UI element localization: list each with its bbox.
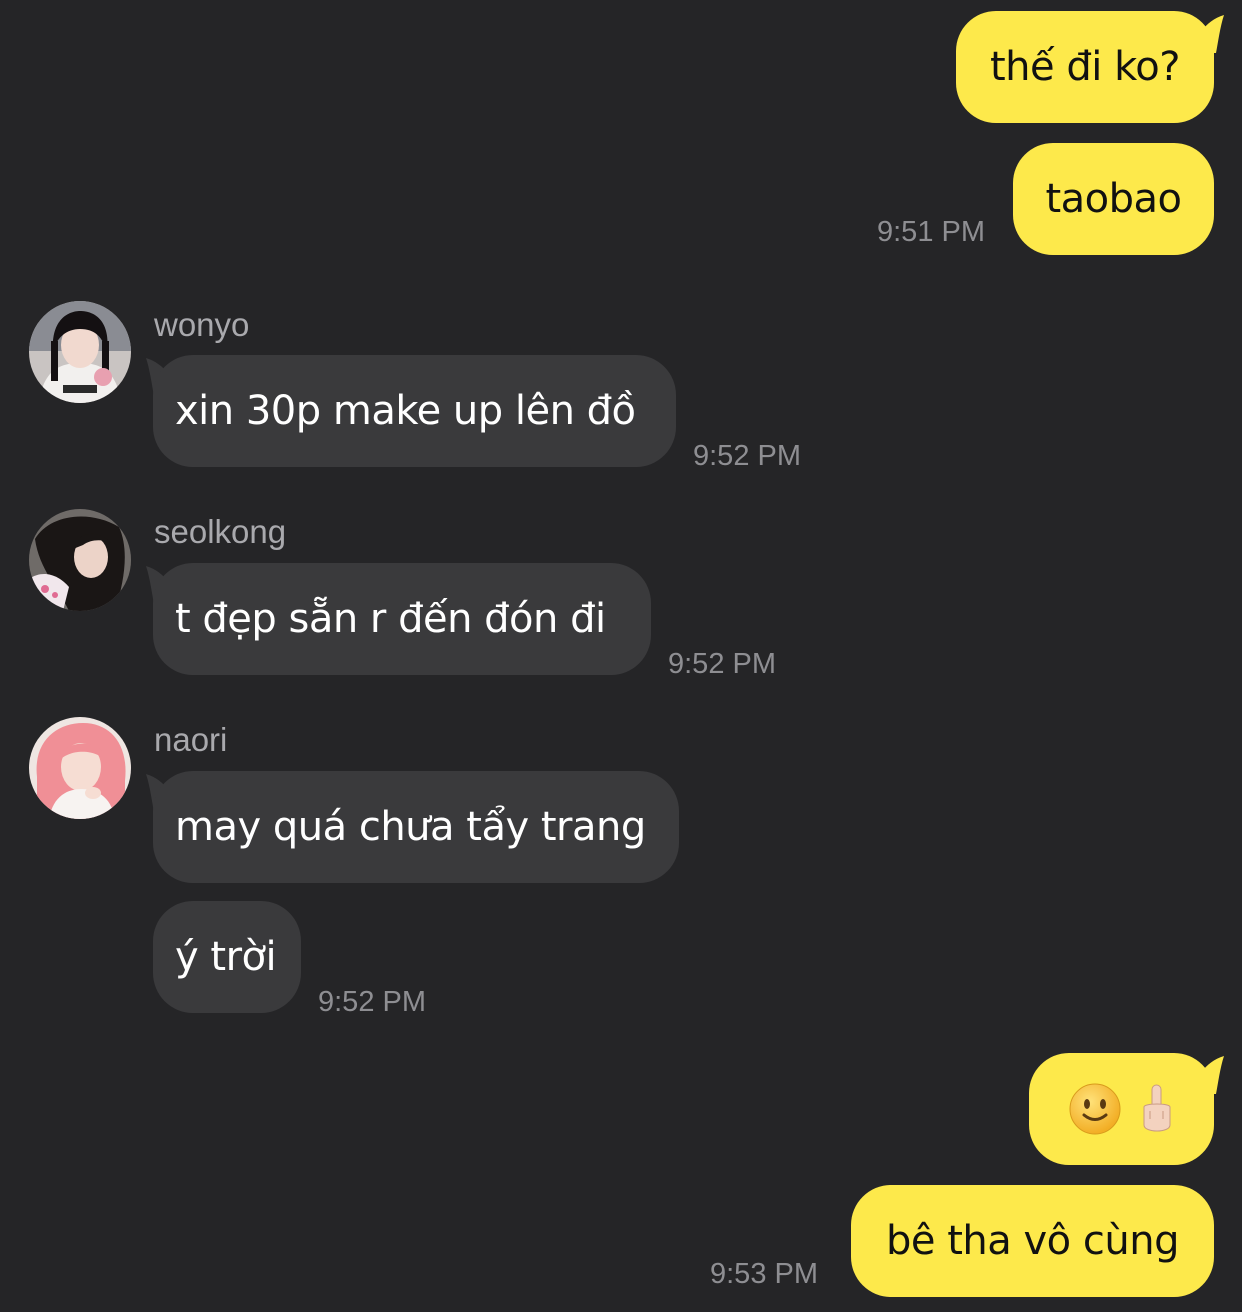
message-text: bê tha vô cùng (886, 1218, 1179, 1264)
sender-name: naori (154, 721, 228, 758)
message-timestamp: 9:52 PM (318, 986, 426, 1018)
message-timestamp: 9:52 PM (668, 648, 776, 680)
message-text: taobao (1045, 176, 1182, 222)
incoming-message[interactable]: t đẹp sẵn r đến đón đi (153, 563, 651, 675)
sender-name: seolkong (154, 513, 287, 550)
message-text: thế đi ko? (989, 44, 1181, 90)
message-timestamp: 9:53 PM (710, 1258, 818, 1290)
incoming-message[interactable]: ý trời (153, 901, 301, 1013)
sender-name: wonyo (154, 306, 250, 343)
incoming-message[interactable]: xin 30p make up lên đồ (153, 355, 676, 467)
outgoing-message[interactable] (1029, 1053, 1214, 1165)
outgoing-message[interactable]: taobao (1013, 143, 1214, 255)
profile-photo-icon (29, 301, 131, 403)
message-timestamp: 9:51 PM (877, 216, 985, 248)
profile-photo-icon (29, 509, 131, 611)
message-text: may quá chưa tẩy trang (175, 804, 646, 850)
message-timestamp: 9:52 PM (693, 440, 801, 472)
outgoing-message[interactable]: bê tha vô cùng (851, 1185, 1214, 1297)
avatar[interactable] (29, 301, 131, 403)
message-text: xin 30p make up lên đồ (175, 388, 636, 434)
incoming-message[interactable]: may quá chưa tẩy trang (153, 771, 679, 883)
message-text: t đẹp sẵn r đến đón đi (175, 596, 606, 642)
slightly-smiling-face-icon (1069, 1083, 1120, 1135)
avatar[interactable] (29, 509, 131, 611)
outgoing-message[interactable]: thế đi ko? (956, 11, 1214, 123)
middle-finger-icon (1143, 1084, 1170, 1132)
profile-photo-icon (29, 717, 131, 819)
avatar[interactable] (29, 717, 131, 819)
message-text: ý trời (175, 934, 277, 980)
